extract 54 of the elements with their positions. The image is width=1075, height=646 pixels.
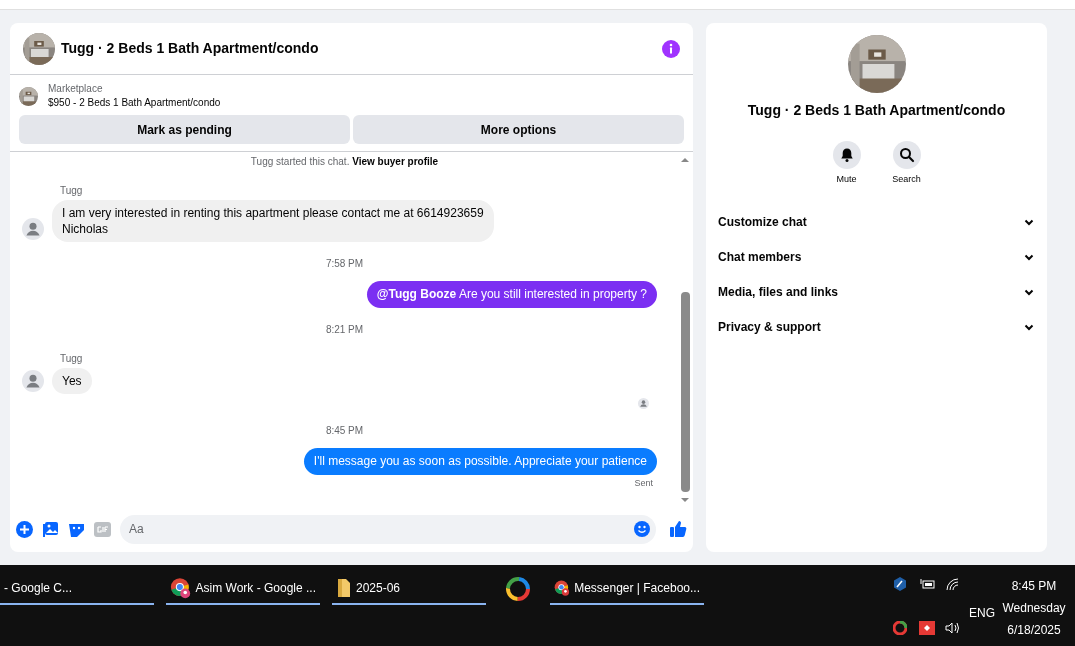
timestamp: 8:21 PM <box>325 323 364 337</box>
app-icon[interactable] <box>893 577 907 591</box>
listing-action-button[interactable]: More options <box>353 115 684 144</box>
timestamp: 7:58 PM <box>325 257 364 271</box>
timestamp: 8:45 PM <box>325 424 364 438</box>
scroll-thumb[interactable] <box>680 292 690 492</box>
sender-name: Tugg <box>60 184 84 198</box>
chat-notice: Tugg started this chat. View buyer profile <box>250 155 439 169</box>
language-indicator[interactable]: ENG <box>969 603 995 622</box>
battery-icon[interactable] <box>919 577 935 591</box>
listing-title: $950 - 2 Beds 1 Bath Apartment/condo <box>48 96 221 110</box>
speaker-icon[interactable] <box>945 620 961 635</box>
action-label: Mute <box>836 173 857 186</box>
avatar-icon <box>22 370 44 392</box>
taskbar-app[interactable]: Messenger | Faceboo... <box>550 573 704 605</box>
clock[interactable]: 8:45 PM Wednesday 6/18/2025 <box>1003 575 1065 646</box>
bell-icon <box>838 147 855 163</box>
action-label: Search <box>892 173 921 186</box>
avatar-icon <box>22 218 44 240</box>
message-input[interactable]: Aa <box>120 514 656 544</box>
section-header[interactable]: Customize chat <box>718 204 1035 240</box>
browser-icon <box>170 576 192 600</box>
conversation-name: Tugg · 2 Beds 1 Bath Apartment/condo <box>747 101 1006 120</box>
taskbar-app[interactable]: Asim Work - Google ... <box>166 573 320 605</box>
wifi-icon[interactable] <box>945 577 959 591</box>
info-icon[interactable] <box>662 39 680 58</box>
folder-icon <box>336 578 352 598</box>
message-bubble: @Tugg Booze Are you still interested in property ? <box>366 281 657 308</box>
section-header[interactable]: Privacy & support <box>718 309 1035 345</box>
message-bubble: I'll message you as soon as possible. Appreciate your patience <box>303 448 657 475</box>
sent-status: Sent <box>634 477 653 490</box>
buyer-profile-link[interactable]: View buyer profile <box>352 156 439 167</box>
listing-source: Marketplace <box>48 82 104 96</box>
plus-icon[interactable] <box>16 520 33 538</box>
avatar-icon <box>638 398 649 409</box>
search-icon <box>898 147 915 163</box>
scroll-down-icon[interactable] <box>681 496 689 504</box>
app-icon <box>506 577 530 601</box>
taskbar-app[interactable]: 2025-06 <box>332 573 486 605</box>
message-bubble: Yes <box>52 368 92 394</box>
chat-title: Tugg · 2 Beds 1 Bath Apartment/condo <box>61 39 320 58</box>
app-icon[interactable] <box>893 620 907 635</box>
mute-button[interactable] <box>832 141 861 169</box>
listing-action-button[interactable]: Mark as pending <box>19 115 350 144</box>
message-bubble: I am very interested in renting this apartment please contact me at 6614923659 Nicholas <box>52 200 494 242</box>
image-icon[interactable] <box>42 520 59 538</box>
scroll-up-icon[interactable] <box>681 156 689 164</box>
app-icon[interactable] <box>919 620 935 635</box>
search-button[interactable] <box>892 141 921 169</box>
sender-name: Tugg <box>60 352 84 366</box>
thumbs-up-icon[interactable] <box>669 520 687 538</box>
section-header[interactable]: Chat members <box>718 239 1035 275</box>
taskbar-app[interactable]: - Google C... <box>0 573 154 605</box>
section-header[interactable]: Media, files and links <box>718 274 1035 310</box>
